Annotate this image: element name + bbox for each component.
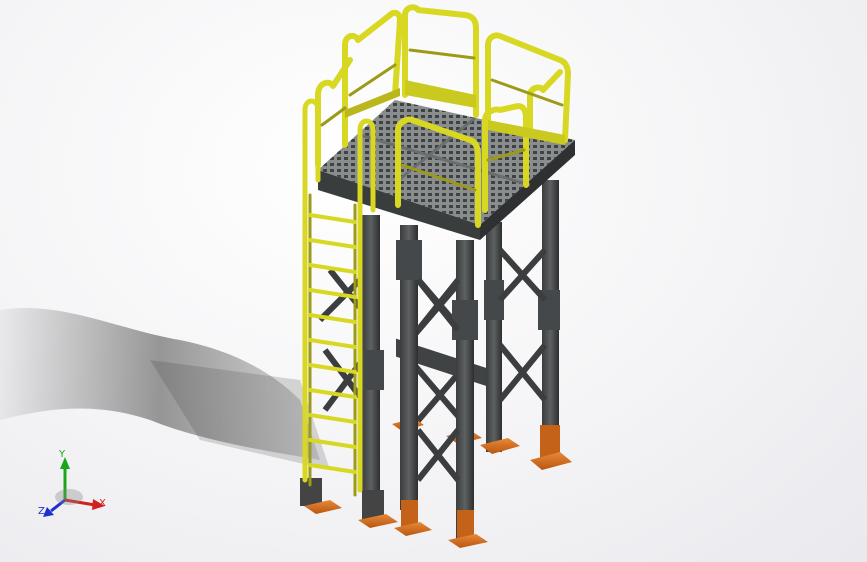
y-axis-label: Y: [59, 449, 66, 460]
coordinate-triad[interactable]: [35, 445, 125, 525]
base-plate: [448, 534, 488, 548]
base-plate: [530, 452, 572, 470]
x-axis-label: X: [99, 498, 106, 509]
leg-front-right: [456, 240, 474, 540]
platform-deck: [318, 100, 575, 386]
triad-origin-shadow: [55, 489, 83, 505]
platform-model-scene[interactable]: [0, 0, 867, 562]
z-axis-label: Z: [38, 506, 45, 517]
3d-viewport[interactable]: Y X Z: [0, 0, 867, 562]
front-legs: [300, 215, 488, 548]
base-plate: [394, 522, 432, 536]
leg-back-left: [486, 222, 502, 452]
